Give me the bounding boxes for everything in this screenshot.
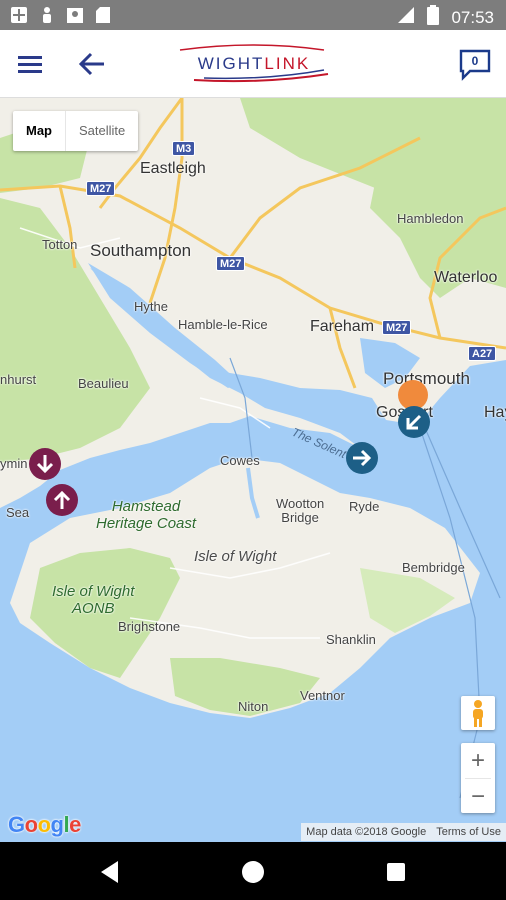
person-icon [38, 6, 56, 24]
map-type-control: Map Satellite [13, 111, 139, 151]
road-shield-m27: M27 [86, 181, 116, 196]
map-type-map[interactable]: Map [13, 111, 66, 151]
place-label: Portsmouth [383, 369, 470, 388]
arrow-up-icon [53, 490, 71, 509]
place-label: Fareham [310, 318, 375, 335]
arrow-right-icon [353, 449, 372, 467]
signal-icon [395, 6, 415, 29]
place-label: Isle of Wight [194, 548, 277, 565]
place-label: Totton [42, 237, 78, 252]
place-label: Sea [6, 505, 30, 520]
place-label: Ryde [349, 499, 380, 514]
nav-back-button[interactable] [96, 857, 126, 887]
place-label: Hamble-le-Rice [178, 317, 268, 332]
ferry-marker-solent-crossing[interactable] [346, 442, 378, 474]
place-label: Hay [484, 404, 506, 421]
square-recents-icon [387, 863, 405, 881]
place-label: Waterloo [434, 269, 498, 286]
system-nav-bar [0, 842, 506, 900]
place-label: Hythe [134, 299, 168, 314]
zoom-controls: + − [461, 743, 495, 813]
circle-home-icon [242, 861, 264, 883]
clock: 07:53 [451, 7, 494, 27]
map-pin-icon [66, 6, 84, 24]
arrow-down-icon [36, 455, 54, 474]
zoom-in-button[interactable]: + [461, 743, 495, 778]
arrow-left-icon [78, 52, 104, 76]
arrow-down-left-icon [406, 414, 422, 430]
place-label: nhurst [0, 372, 37, 387]
place-label: ymin [0, 456, 28, 471]
map-data-credit: Map data ©2018 Google [306, 826, 427, 838]
place-label: Southampton [90, 241, 192, 260]
road-shield-m27: M27 [382, 320, 412, 335]
logo-text: WIGHTLINK [197, 54, 311, 73]
road-shield-m3: M3 [172, 141, 196, 156]
place-label: Beaulieu [78, 376, 129, 391]
nav-recents-button[interactable] [381, 857, 411, 887]
place-label: Brighstone [118, 619, 181, 634]
menu-button[interactable] [16, 50, 48, 78]
triangle-back-icon [101, 861, 118, 883]
zoom-out-button[interactable]: − [461, 779, 495, 814]
place-label: Eastleigh [140, 160, 206, 177]
app-bar: WIGHTLINK 0 [0, 30, 506, 98]
place-label: Isle of Wight AONB [52, 583, 135, 617]
place-label: Shanklin [326, 632, 376, 647]
notification-icon [10, 6, 28, 24]
place-label: Bembridge [402, 560, 465, 575]
place-label: Niton [238, 699, 269, 714]
map-base [0, 98, 506, 799]
map-type-satellite[interactable]: Satellite [66, 111, 138, 151]
ferry-marker-yarmouth-departure[interactable] [46, 484, 78, 516]
ferry-marker-portsmouth[interactable] [398, 406, 430, 438]
wightlink-logo: WIGHTLINK [174, 40, 334, 88]
battery-icon [427, 5, 440, 30]
status-bar: 07:53 [0, 0, 506, 30]
terms-of-use-link[interactable]: Terms of Use [431, 823, 506, 841]
nav-home-button[interactable] [238, 857, 268, 887]
hamburger-icon [18, 56, 42, 73]
pegman-icon [473, 700, 483, 727]
map[interactable]: Map Satellite M3 M27 M27 M27 A27 Eastlei… [0, 98, 506, 842]
messages-button[interactable]: 0 [458, 48, 492, 82]
place-label: Ventnor [300, 688, 345, 703]
sd-card-icon [94, 6, 112, 24]
back-button[interactable] [76, 48, 110, 80]
road-shield-a27: A27 [468, 346, 497, 361]
place-label: Cowes [220, 453, 260, 468]
place-label: Wootton Bridge [276, 496, 325, 525]
ferry-marker-lymington-arrival[interactable] [29, 448, 61, 480]
street-view-pegman[interactable] [461, 696, 495, 730]
messages-count: 0 [471, 54, 479, 68]
map-attribution: Map data ©2018 Google Terms of Use [301, 823, 506, 841]
google-logo: Google [8, 812, 81, 837]
place-label: Hamstead Heritage Coast [96, 498, 197, 532]
place-label: Hambledon [397, 211, 464, 226]
road-shield-m27: M27 [216, 256, 246, 271]
